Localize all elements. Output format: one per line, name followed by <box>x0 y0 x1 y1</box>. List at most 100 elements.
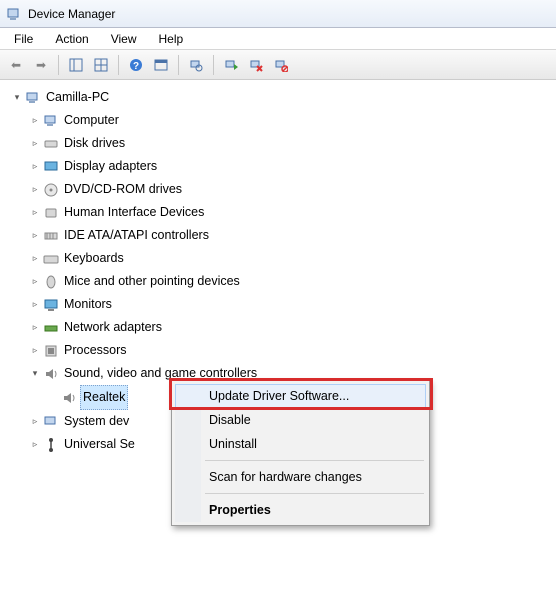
tree-item[interactable]: ▹ Display adapters <box>30 155 548 178</box>
ctx-properties[interactable]: Properties <box>175 498 426 522</box>
menu-file[interactable]: File <box>4 30 43 48</box>
tree-root[interactable]: ▾ Camilla-PC <box>12 86 548 109</box>
tree-item-label: Mice and other pointing devices <box>62 270 242 293</box>
chevron-right-icon[interactable]: ▹ <box>30 440 40 450</box>
keyboard-icon <box>43 251 59 267</box>
toolbar-separator <box>178 55 179 75</box>
system-icon <box>43 414 59 430</box>
speaker-icon <box>61 390 77 406</box>
back-button[interactable]: ⬅ <box>4 53 28 77</box>
scan-icon <box>189 58 203 72</box>
tree-item-label: Disk drives <box>62 132 127 155</box>
chevron-right-icon[interactable]: ▹ <box>30 116 40 126</box>
menu-help[interactable]: Help <box>149 30 194 48</box>
chevron-right-icon[interactable]: ▹ <box>30 254 40 264</box>
back-arrow-icon: ⬅ <box>11 58 21 72</box>
panel-icon <box>69 58 83 72</box>
scan-button[interactable] <box>184 53 208 77</box>
help-button[interactable]: ? <box>124 53 148 77</box>
show-hide-tree-button[interactable] <box>64 53 88 77</box>
tree-item[interactable]: ▹ DVD/CD-ROM drives <box>30 178 548 201</box>
chevron-right-icon[interactable]: ▹ <box>30 346 40 356</box>
tree-item-label: IDE ATA/ATAPI controllers <box>62 224 211 247</box>
uninstall-icon <box>249 58 263 72</box>
toolbar-separator <box>213 55 214 75</box>
tree-item-label-selected: Realtek <box>80 385 128 410</box>
tree-item-label: Keyboards <box>62 247 126 270</box>
computer-icon <box>25 90 41 106</box>
svg-text:?: ? <box>133 61 139 72</box>
chevron-right-icon[interactable]: ▹ <box>30 162 40 172</box>
tree-item[interactable]: ▹ Processors <box>30 339 548 362</box>
context-menu-separator <box>205 493 424 494</box>
context-menu-separator <box>205 460 424 461</box>
ctx-disable[interactable]: Disable <box>175 408 426 432</box>
tree-item[interactable]: ▹ Monitors <box>30 293 548 316</box>
tree-item-label: Display adapters <box>62 155 159 178</box>
tree-item-label: Monitors <box>62 293 114 316</box>
tree-item[interactable]: ▹ Keyboards <box>30 247 548 270</box>
update-driver-button[interactable] <box>219 53 243 77</box>
tree-item[interactable]: ▹ IDE ATA/ATAPI controllers <box>30 224 548 247</box>
chevron-right-icon[interactable]: ▹ <box>30 231 40 241</box>
help-icon: ? <box>129 58 143 72</box>
chevron-right-icon[interactable]: ▹ <box>30 300 40 310</box>
forward-arrow-icon: ➡ <box>36 58 46 72</box>
dvd-icon <box>43 182 59 198</box>
update-icon <box>224 58 238 72</box>
chevron-right-icon[interactable]: ▹ <box>30 139 40 149</box>
titlebar: Device Manager <box>0 0 556 28</box>
tree-item[interactable]: ▹ Disk drives <box>30 132 548 155</box>
mouse-icon <box>43 274 59 290</box>
properties-button[interactable] <box>89 53 113 77</box>
tree-item[interactable]: ▹ Human Interface Devices <box>30 201 548 224</box>
ctx-scan[interactable]: Scan for hardware changes <box>175 465 426 489</box>
uninstall-button[interactable] <box>244 53 268 77</box>
chevron-right-icon[interactable]: ▹ <box>30 208 40 218</box>
computer-icon <box>43 113 59 129</box>
app-icon <box>6 6 22 22</box>
window-title: Device Manager <box>28 7 115 21</box>
menu-action[interactable]: Action <box>45 30 98 48</box>
toolbar-separator <box>58 55 59 75</box>
grid-icon <box>94 58 108 72</box>
ctx-update-driver[interactable]: Update Driver Software... <box>175 384 426 408</box>
ide-icon <box>43 228 59 244</box>
tree-item-label: DVD/CD-ROM drives <box>62 178 184 201</box>
action-button[interactable] <box>149 53 173 77</box>
network-icon <box>43 320 59 336</box>
chevron-right-icon[interactable]: ▹ <box>30 277 40 287</box>
menubar: File Action View Help <box>0 28 556 50</box>
speaker-icon <box>43 366 59 382</box>
chevron-right-icon[interactable]: ▹ <box>30 417 40 427</box>
tree-item[interactable]: ▹ Network adapters <box>30 316 548 339</box>
tree-item-label: Processors <box>62 339 129 362</box>
tree-item-label: System dev <box>62 410 131 433</box>
disable-button[interactable] <box>269 53 293 77</box>
chevron-down-icon[interactable]: ▾ <box>12 93 22 103</box>
context-menu: Update Driver Software... Disable Uninst… <box>171 380 430 526</box>
ctx-uninstall[interactable]: Uninstall <box>175 432 426 456</box>
disable-icon <box>274 58 288 72</box>
tree-item[interactable]: ▹ Computer <box>30 109 548 132</box>
hid-icon <box>43 205 59 221</box>
disk-icon <box>43 136 59 152</box>
window-icon <box>154 58 168 72</box>
processor-icon <box>43 343 59 359</box>
tree-item-label: Universal Se <box>62 433 137 456</box>
tree-item-label: Computer <box>62 109 121 132</box>
chevron-right-icon[interactable]: ▹ <box>30 185 40 195</box>
usb-icon <box>43 437 59 453</box>
display-icon <box>43 159 59 175</box>
tree-item[interactable]: ▹ Mice and other pointing devices <box>30 270 548 293</box>
chevron-down-icon[interactable]: ▾ <box>30 369 40 379</box>
tree-root-label: Camilla-PC <box>44 86 111 109</box>
forward-button[interactable]: ➡ <box>29 53 53 77</box>
chevron-right-icon[interactable]: ▹ <box>30 323 40 333</box>
tree-item-label: Human Interface Devices <box>62 201 206 224</box>
toolbar-separator <box>118 55 119 75</box>
toolbar: ⬅ ➡ ? <box>0 50 556 80</box>
menu-view[interactable]: View <box>101 30 147 48</box>
tree-item-label: Network adapters <box>62 316 164 339</box>
monitor-icon <box>43 297 59 313</box>
